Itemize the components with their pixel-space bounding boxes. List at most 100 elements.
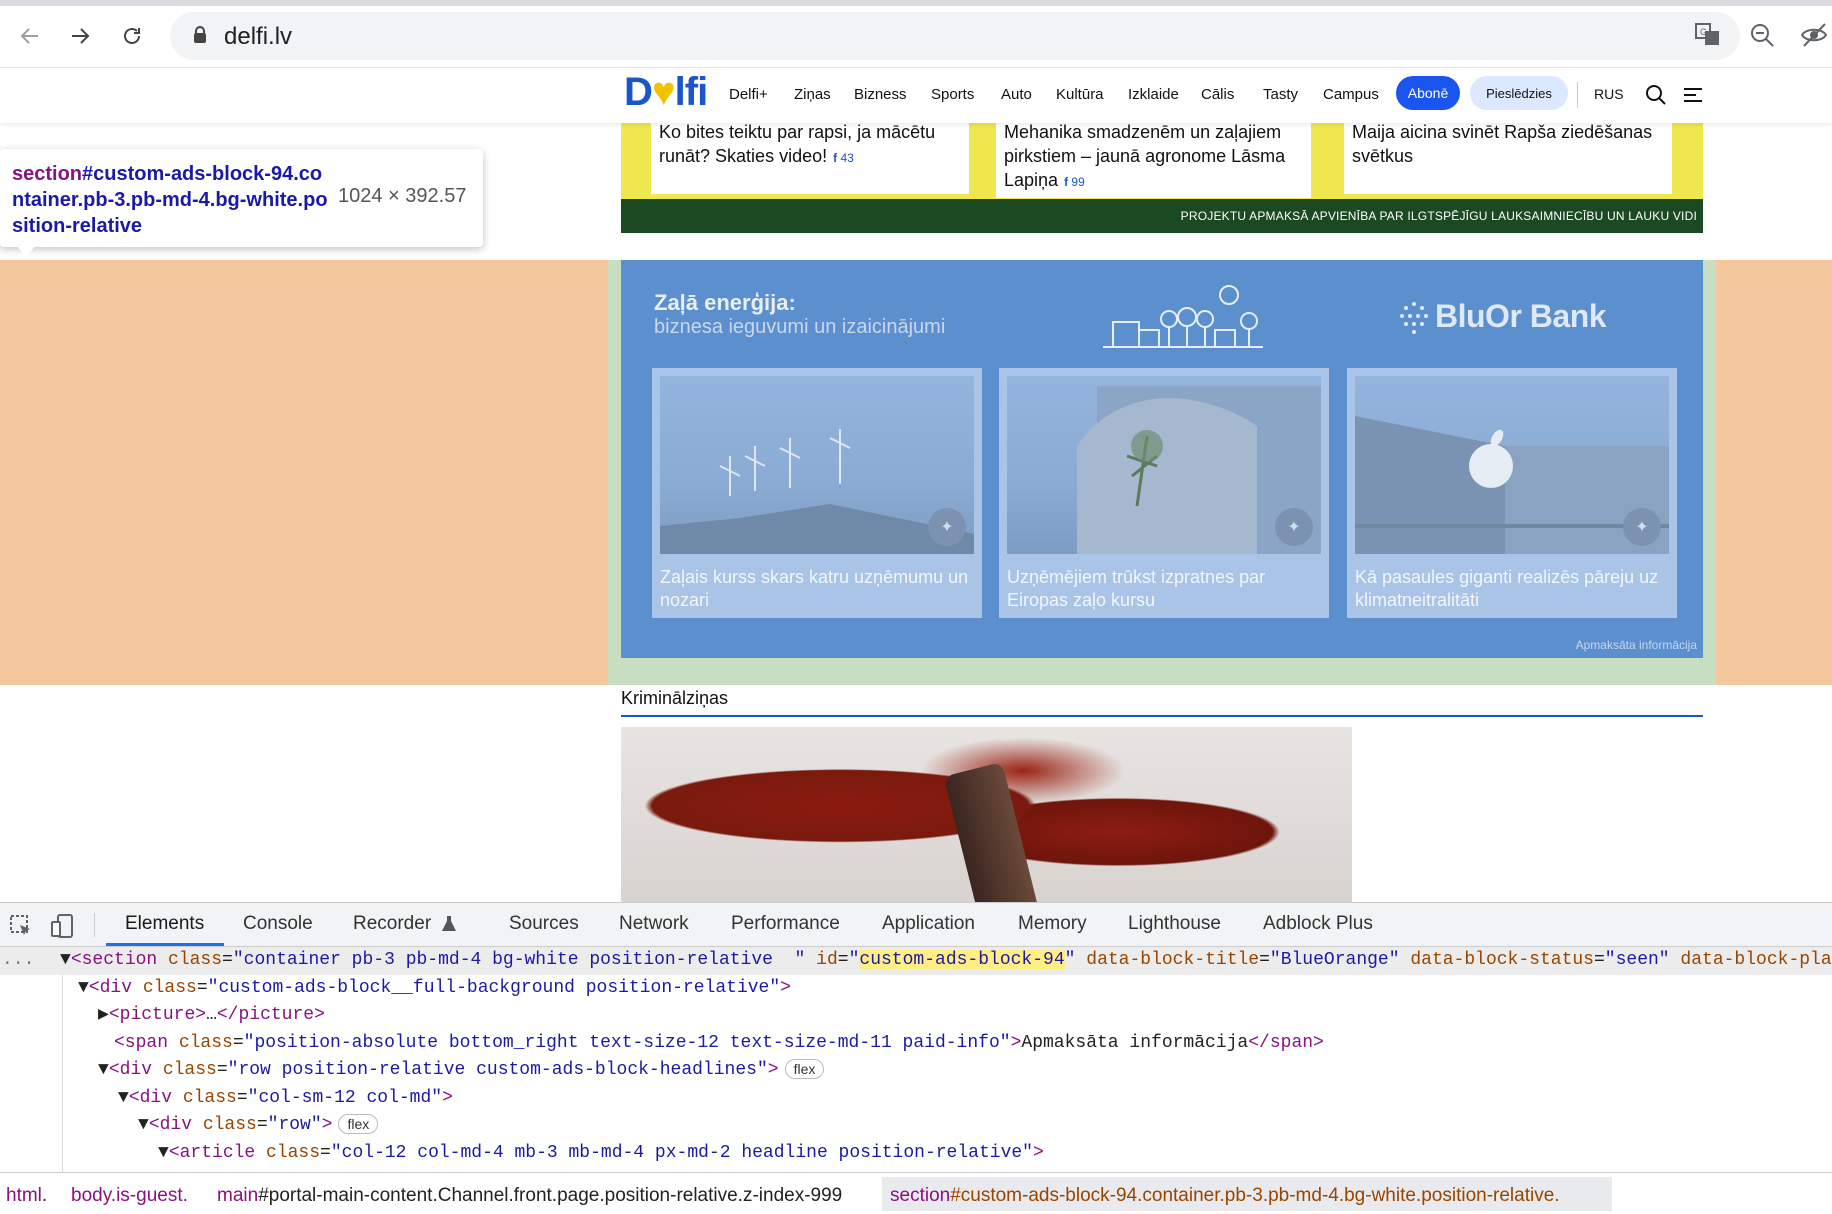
knife-shape (943, 761, 1039, 902)
browser-toolbar: delfi.lv G (0, 0, 1832, 68)
expand-arrow-icon[interactable]: ▼ (60, 950, 71, 970)
green-city-icon (1103, 285, 1263, 348)
back-button[interactable] (12, 18, 48, 54)
dom-node-div[interactable]: ▼<div class="row"> flex (0, 1112, 1832, 1140)
flask-icon (442, 916, 456, 931)
nav-item-izklaide[interactable]: Izklaide (1128, 86, 1179, 103)
sponsored-badge-icon: ✦ (1275, 508, 1313, 546)
forward-button[interactable] (62, 18, 98, 54)
nav-item-auto[interactable]: Auto (1001, 86, 1032, 103)
bluor-bank-logo[interactable]: BluOr Bank (1435, 298, 1607, 335)
crime-news-image[interactable] (621, 727, 1352, 902)
facebook-count: f 99 (1064, 175, 1085, 189)
tabbar-divider (94, 913, 95, 937)
ad-card-caption: Kā pasaules giganti realizēs pāreju uz k… (1355, 567, 1659, 610)
strip-card[interactable]: Maija aicina svinēt Rapša ziedēšanas svē… (1344, 120, 1672, 194)
tab-adblock-plus[interactable]: Adblock Plus (1263, 913, 1373, 935)
dom-node-section[interactable]: ... ▼<section class="container pb-3 pb-md… (0, 947, 1832, 975)
dom-node-div[interactable]: ▼<div class="col-sm-12 col-md"> (0, 1085, 1832, 1113)
heart-icon: ♥ (651, 70, 676, 114)
flex-badge[interactable]: flex (338, 1114, 379, 1135)
strip-card-title: Maija aicina svinēt Rapša ziedēšanas svē… (1352, 122, 1653, 166)
tab-network[interactable]: Network (619, 913, 689, 935)
nav-item-sports[interactable]: Sports (931, 86, 974, 103)
nav-item-calis[interactable]: Cālis (1201, 86, 1234, 103)
search-icon[interactable] (1645, 84, 1667, 106)
building-tree-image: ✦ (1007, 376, 1321, 554)
sponsored-badge-icon: ✦ (928, 508, 966, 546)
tab-memory[interactable]: Memory (1018, 913, 1087, 935)
expand-arrow-icon[interactable]: ▼ (158, 1143, 169, 1163)
reload-button[interactable] (114, 18, 150, 54)
tooltip-arrow (16, 245, 36, 257)
facebook-icon: f (1064, 175, 1069, 189)
tab-performance[interactable]: Performance (731, 913, 840, 935)
subscribe-button[interactable]: Abonē (1396, 76, 1460, 110)
collapse-arrow-icon[interactable]: ▶ (98, 1005, 109, 1025)
ad-card[interactable]: ✦ Kā pasaules giganti realizēs pāreju uz… (1347, 368, 1677, 618)
inspect-element-icon[interactable] (8, 913, 34, 939)
sponsored-article-strip: Ko bites teiktu par rapsi, ja mācētu run… (621, 120, 1703, 233)
apple-store-image: ✦ (1355, 376, 1669, 554)
dom-node-span[interactable]: <span class="position-absolute bottom_ri… (0, 1030, 1832, 1058)
dom-tree: ... ▼<section class="container pb-3 pb-md… (0, 947, 1832, 1172)
facebook-count: f 43 (833, 151, 854, 165)
dom-breadcrumbs: html. body.is-guest. main#portal-main-co… (0, 1172, 1832, 1214)
ad-title: Zaļā enerģija: (654, 290, 796, 315)
screen: delfi.lv G D♥lfi Delfi+ Ziņas Bizness Sp… (0, 0, 1832, 1214)
dom-node-div[interactable]: ▼<div class="row position-relative custo… (0, 1057, 1832, 1085)
dom-node-picture[interactable]: ▶<picture>…</picture> (0, 1002, 1832, 1030)
flex-badge[interactable]: flex (784, 1059, 825, 1080)
section-title[interactable]: Kriminālziņas (621, 688, 728, 709)
address-bar[interactable]: delfi.lv (170, 12, 1740, 60)
bluor-logo-icon (1400, 302, 1428, 334)
strip-card[interactable]: Ko bites teiktu par rapsi, ja mācētu run… (651, 120, 969, 194)
tab-recorder[interactable]: Recorder (353, 913, 431, 935)
tab-sources[interactable]: Sources (509, 913, 579, 935)
paid-info-label: Apmaksāta informācija (1575, 638, 1697, 652)
lock-icon (194, 26, 206, 43)
ad-card[interactable]: ✦ Zaļais kurss skars katru uzņēmumu un n… (652, 368, 982, 618)
eye-off-icon[interactable] (1799, 20, 1829, 50)
tab-elements[interactable]: Elements (125, 913, 204, 935)
language-switch[interactable]: RUS (1594, 86, 1624, 102)
device-toolbar-icon[interactable] (50, 913, 76, 939)
tab-console[interactable]: Console (243, 913, 313, 935)
active-tab-indicator (106, 943, 224, 946)
expand-arrow-icon[interactable]: ▼ (78, 978, 89, 998)
forward-arrow-icon (72, 28, 90, 44)
breadcrumb-section[interactable]: section#custom-ads-block-94.container.pb… (890, 1185, 1560, 1207)
nav-item-kultura[interactable]: Kultūra (1056, 86, 1104, 103)
delfi-logo[interactable]: D♥lfi (624, 70, 708, 115)
menu-icon[interactable] (1683, 86, 1703, 104)
expand-arrow-icon[interactable]: ▼ (98, 1060, 109, 1080)
breadcrumb-main[interactable]: main#portal-main-content.Channel.front.p… (217, 1185, 842, 1207)
breadcrumb-body[interactable]: body.is-guest. (71, 1185, 188, 1207)
tooltip-selector: section#custom-ads-block-94.container.pb… (12, 161, 332, 239)
tab-lighthouse[interactable]: Lighthouse (1128, 913, 1221, 935)
dom-node-div[interactable]: ▼<div class="custom-ads-block__full-back… (0, 975, 1832, 1003)
breadcrumb-html[interactable]: html. (6, 1185, 47, 1207)
strip-sponsor-footer: PROJEKTU APMAKSĀ APVIENĪBA PAR ILGTSPĒJĪ… (621, 199, 1703, 233)
zoom-icon[interactable] (1747, 20, 1777, 50)
expand-arrow-icon[interactable]: ▼ (118, 1088, 129, 1108)
translate-icon[interactable]: G (1693, 20, 1723, 50)
nav-item-bizness[interactable]: Bizness (854, 86, 907, 103)
ad-card-caption: Uzņēmējiem trūkst izpratnes par Eiropas … (1007, 567, 1266, 610)
reload-icon (124, 28, 140, 44)
strip-card[interactable]: Mehanika smadzenēm un zaļajiem pirkstiem… (996, 120, 1311, 198)
back-arrow-icon (20, 28, 38, 44)
svg-text:G: G (1700, 27, 1707, 37)
dom-node-article[interactable]: ▼<article class="col-12 col-md-4 mb-3 mb… (0, 1140, 1832, 1168)
ad-card[interactable]: ✦ Uzņēmējiem trūkst izpratnes par Eiropa… (999, 368, 1329, 618)
nav-item-campus[interactable]: Campus (1323, 86, 1379, 103)
nav-item-delfi-plus[interactable]: Delfi+ (729, 86, 768, 103)
strip-card-title: Ko bites teiktu par rapsi, ja mācētu run… (659, 122, 936, 166)
login-button[interactable]: Pieslēdzies (1470, 76, 1568, 110)
devtools-tabbar: Elements Console Recorder Sources Networ… (0, 903, 1832, 947)
strip-card-title: Mehanika smadzenēm un zaļajiem pirkstiem… (1004, 122, 1286, 190)
tab-application[interactable]: Application (882, 913, 975, 935)
nav-item-tasty[interactable]: Tasty (1263, 86, 1298, 103)
nav-item-zinas[interactable]: Ziņas (794, 86, 831, 103)
expand-arrow-icon[interactable]: ▼ (138, 1115, 149, 1135)
